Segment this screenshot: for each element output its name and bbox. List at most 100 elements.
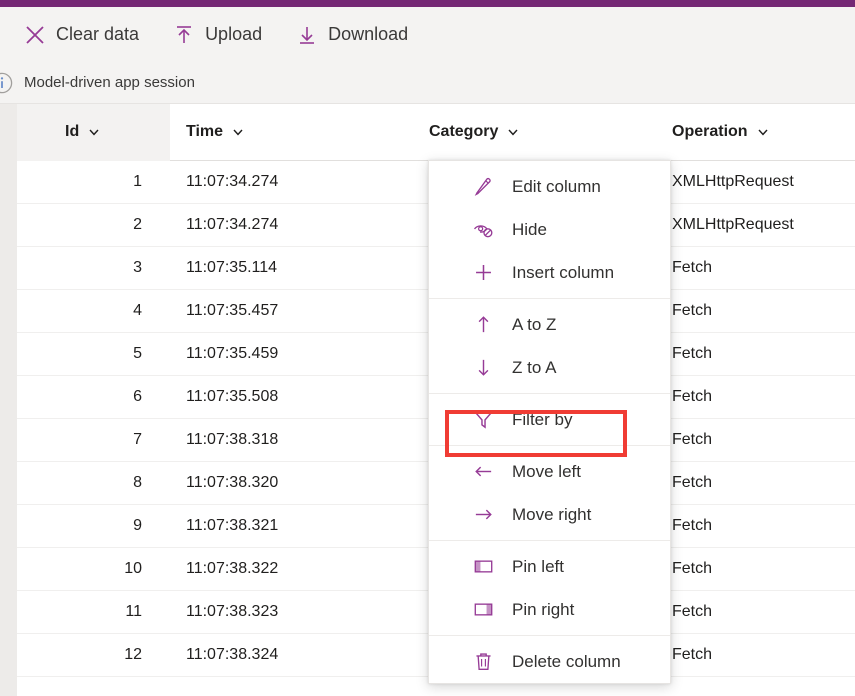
cell-operation: Fetch — [656, 388, 855, 406]
cell-id: 7 — [17, 431, 170, 449]
menu-item-label: Insert column — [512, 263, 614, 283]
cell-operation: Fetch — [656, 431, 855, 449]
plus-icon — [473, 262, 494, 283]
context-menu-items: Edit column Hide Insert column A to Z Z to A… — [429, 165, 670, 683]
session-bar: Model-driven app session — [0, 62, 855, 104]
column-header-operation-label: Operation — [672, 123, 748, 141]
menu-item-label: Filter by — [512, 410, 572, 430]
cell-time: 11:07:38.321 — [170, 517, 413, 535]
cell-operation: Fetch — [656, 603, 855, 621]
download-button[interactable]: Download — [286, 15, 418, 55]
menu-divider — [429, 445, 670, 446]
menu-divider — [429, 298, 670, 299]
cell-time: 11:07:38.322 — [170, 560, 413, 578]
app-root: Clear data Upload Download Model- — [0, 0, 855, 696]
column-header-category-label: Category — [429, 123, 498, 141]
column-header-id[interactable]: Id — [17, 104, 170, 161]
menu-item-move-right[interactable]: Move right — [429, 493, 670, 536]
eye-hide-icon — [473, 219, 494, 240]
cell-time: 11:07:38.318 — [170, 431, 413, 449]
row-select-gutter — [0, 104, 17, 696]
cell-time: 11:07:38.324 — [170, 646, 413, 664]
menu-item-edit-column[interactable]: Edit column — [429, 165, 670, 208]
chevron-down-icon — [232, 126, 244, 138]
cell-time: 11:07:34.274 — [170, 173, 413, 191]
upload-arrow-icon — [173, 24, 195, 46]
cell-id: 9 — [17, 517, 170, 535]
cell-operation: Fetch — [656, 345, 855, 363]
cell-id: 2 — [17, 216, 170, 234]
cell-time: 11:07:35.457 — [170, 302, 413, 320]
info-circle-icon — [0, 72, 13, 94]
menu-item-label: Move right — [512, 505, 591, 525]
menu-item-label: Pin right — [512, 600, 574, 620]
column-header-time[interactable]: Time — [170, 104, 413, 161]
grid-header-row: Id Time Category — [17, 104, 855, 161]
menu-item-label: Z to A — [512, 358, 556, 378]
download-arrow-icon — [296, 24, 318, 46]
menu-item-a-to-z[interactable]: A to Z — [429, 303, 670, 346]
column-header-time-label: Time — [186, 123, 223, 141]
cell-operation: Fetch — [656, 517, 855, 535]
pencil-icon — [473, 176, 494, 197]
menu-item-label: Hide — [512, 220, 547, 240]
filter-funnel-icon — [473, 409, 494, 430]
cell-operation: Fetch — [656, 302, 855, 320]
cell-id: 1 — [17, 173, 170, 191]
cell-time: 11:07:34.274 — [170, 216, 413, 234]
arrow-right-icon — [473, 504, 494, 525]
chevron-down-icon — [757, 126, 769, 138]
arrow-down-icon — [473, 357, 494, 378]
arrow-left-icon — [473, 461, 494, 482]
download-label: Download — [328, 24, 408, 45]
cell-id: 3 — [17, 259, 170, 277]
cell-operation: XMLHttpRequest — [656, 216, 855, 234]
column-header-id-label: Id — [65, 123, 79, 141]
menu-item-filter-by[interactable]: Filter by — [429, 398, 670, 441]
arrow-up-icon — [473, 314, 494, 335]
menu-item-label: Pin left — [512, 557, 564, 577]
menu-divider — [429, 635, 670, 636]
pin-right-icon — [473, 599, 494, 620]
cell-id: 5 — [17, 345, 170, 363]
cell-operation: Fetch — [656, 646, 855, 664]
cell-time: 11:07:35.114 — [170, 259, 413, 277]
upload-label: Upload — [205, 24, 262, 45]
cell-id: 6 — [17, 388, 170, 406]
menu-item-insert-column[interactable]: Insert column — [429, 251, 670, 294]
chevron-down-icon — [507, 126, 519, 138]
menu-item-hide[interactable]: Hide — [429, 208, 670, 251]
menu-item-delete-column[interactable]: Delete column — [429, 640, 670, 683]
menu-divider — [429, 540, 670, 541]
column-context-menu: Edit column Hide Insert column A to Z Z to A… — [428, 160, 671, 684]
cell-operation: Fetch — [656, 560, 855, 578]
menu-item-move-left[interactable]: Move left — [429, 450, 670, 493]
cell-id: 4 — [17, 302, 170, 320]
column-header-operation[interactable]: Operation — [656, 104, 855, 161]
cell-time: 11:07:38.320 — [170, 474, 413, 492]
cell-id: 12 — [17, 646, 170, 664]
close-x-icon — [24, 24, 46, 46]
menu-item-label: Edit column — [512, 177, 601, 197]
upload-button[interactable]: Upload — [163, 15, 272, 55]
column-header-category[interactable]: Category — [413, 104, 656, 161]
session-label: Model-driven app session — [24, 74, 195, 91]
cell-id: 8 — [17, 474, 170, 492]
clear-data-button[interactable]: Clear data — [14, 15, 149, 55]
brand-top-strip — [0, 0, 855, 7]
menu-divider — [429, 393, 670, 394]
command-bar: Clear data Upload Download — [0, 7, 855, 62]
clear-data-label: Clear data — [56, 24, 139, 45]
menu-item-z-to-a[interactable]: Z to A — [429, 346, 670, 389]
cell-time: 11:07:35.459 — [170, 345, 413, 363]
menu-item-label: Move left — [512, 462, 581, 482]
menu-item-pin-left[interactable]: Pin left — [429, 545, 670, 588]
trash-icon — [473, 651, 494, 672]
cell-time: 11:07:35.508 — [170, 388, 413, 406]
menu-item-pin-right[interactable]: Pin right — [429, 588, 670, 631]
menu-item-label: A to Z — [512, 315, 556, 335]
cell-id: 11 — [17, 603, 170, 621]
cell-time: 11:07:38.323 — [170, 603, 413, 621]
cell-id: 10 — [17, 560, 170, 578]
menu-item-label: Delete column — [512, 652, 621, 672]
